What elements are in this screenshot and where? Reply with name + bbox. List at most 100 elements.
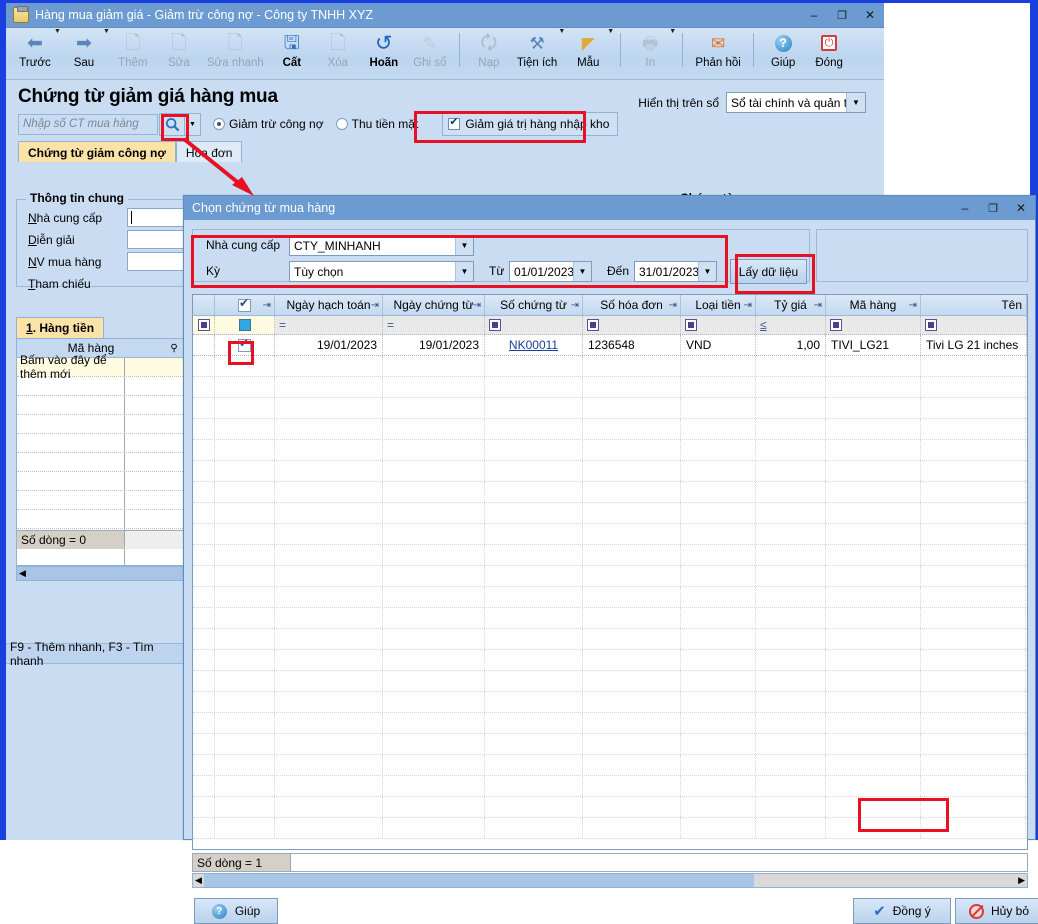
toolbar-button-in[interactable]: 🖶 In [627, 28, 673, 80]
select-nha-cung-cap[interactable]: CTY_MINHANH ▼ [289, 235, 474, 256]
checkbox-giam-gia-tri-hang-nhap-kho[interactable]: Giảm giá trị hàng nhập kho [442, 112, 618, 136]
toolbar-button-truoc[interactable]: ⬅ Trước [12, 28, 58, 80]
list-item[interactable] [17, 510, 183, 529]
list-item[interactable] [17, 472, 183, 491]
toolbar-button-nap[interactable]: 🗘 Nạp [466, 28, 512, 80]
maximize-button[interactable]: ❐ [828, 3, 856, 28]
pin-icon[interactable]: ⇥ [571, 300, 579, 311]
table-row-empty[interactable] [193, 503, 1027, 524]
filter-cell-so-chung-tu[interactable] [485, 316, 583, 334]
filter-box-icon[interactable] [685, 319, 697, 331]
column-header-ty-gia[interactable]: Tỷ giá ⇥ [756, 295, 826, 315]
row-checkbox[interactable] [238, 339, 251, 352]
toolbar-button-sua[interactable]: 🗋 Sửa [156, 28, 202, 80]
pin-icon[interactable]: ⇥ [909, 300, 917, 311]
scroll-left-arrow-icon[interactable]: ◀ [19, 568, 26, 579]
filter-cell-ty-gia[interactable]: ≤ [756, 316, 826, 334]
filter-cell-select[interactable] [215, 316, 275, 334]
chevron-down-icon[interactable]: ▼ [698, 262, 716, 281]
toolbar-button-hoan[interactable]: ↺ Hoãn [361, 28, 407, 80]
filter-box-icon[interactable] [489, 319, 501, 331]
pin-icon[interactable]: ⇥ [473, 300, 481, 311]
column-header-ma-hang[interactable]: Mã hàng ⇥ [826, 295, 921, 315]
table-row-empty[interactable] [193, 482, 1027, 503]
table-row-empty[interactable] [193, 566, 1027, 587]
table-row-empty[interactable] [193, 818, 1027, 839]
left-grid-tab-hang-tien[interactable]: 1. Hàng tiền [16, 317, 104, 338]
toolbar-button-cat[interactable]: 🖫 Cất [269, 28, 315, 80]
filter-cell-ngay-chung-tu[interactable]: = [383, 316, 485, 334]
filter-box-icon[interactable] [198, 319, 210, 331]
list-item[interactable] [17, 548, 183, 567]
select-all-checkbox[interactable] [238, 299, 251, 312]
filter-cell-rownum[interactable] [193, 316, 215, 334]
column-header-so-hoa-don[interactable]: Số hóa đơn ⇥ [583, 295, 681, 315]
modal-maximize-button[interactable]: ❐ [979, 196, 1007, 221]
table-row-empty[interactable] [193, 524, 1027, 545]
pin-icon[interactable]: ⇥ [263, 300, 271, 311]
pin-icon[interactable]: ⇥ [744, 300, 752, 311]
pin-icon[interactable]: ⇥ [814, 300, 822, 311]
pin-icon[interactable]: ⇥ [669, 300, 677, 311]
minimize-button[interactable]: – [800, 3, 828, 28]
column-header-loai-tien[interactable]: Loại tiền ⇥ [681, 295, 756, 315]
table-row-empty[interactable] [193, 440, 1027, 461]
date-to-input[interactable]: 31/01/2023 ▼ [634, 261, 717, 282]
filter-box-icon[interactable] [239, 319, 251, 331]
cell-so-chung-tu[interactable]: NK00011 [485, 335, 583, 355]
toolbar-button-mau[interactable]: ◤ Mẫu [565, 28, 611, 80]
filter-box-icon[interactable] [830, 319, 842, 331]
column-header-select-all[interactable]: ⇥ [215, 295, 275, 315]
table-row-empty[interactable] [193, 545, 1027, 566]
filter-cell-so-hoa-don[interactable] [583, 316, 681, 334]
toolbar-button-giup[interactable]: ? Giúp [760, 28, 806, 80]
input-dien-giai[interactable] [127, 230, 185, 249]
filter-cell-ten[interactable] [921, 316, 1027, 334]
list-item[interactable] [17, 415, 183, 434]
table-row-empty[interactable] [193, 713, 1027, 734]
scroll-thumb[interactable] [204, 874, 754, 887]
filter-cell-ma-hang[interactable] [826, 316, 921, 334]
get-data-button[interactable]: Lấy dữ liệu [730, 259, 807, 284]
column-header-ngay-chung-tu[interactable]: Ngày chứng từ ⇥ [383, 295, 485, 315]
tab-hoa-don[interactable]: Hóa đơn [176, 141, 243, 162]
toolbar-button-them[interactable]: 🗋 Thêm [110, 28, 156, 80]
chevron-down-icon[interactable]: ▼ [573, 262, 591, 281]
list-item[interactable] [17, 396, 183, 415]
modal-grid-hscrollbar[interactable]: ◀ ▶ [192, 873, 1028, 888]
toolbar-button-xoa[interactable]: 🗋 Xóa [315, 28, 361, 80]
table-row-empty[interactable] [193, 461, 1027, 482]
search-button[interactable] [159, 113, 185, 136]
table-row-empty[interactable] [193, 650, 1027, 671]
filter-cell-loai-tien[interactable] [681, 316, 756, 334]
table-row-empty[interactable] [193, 398, 1027, 419]
tab-chung-tu-giam-cong-no[interactable]: Chứng từ giảm công nợ [18, 141, 176, 162]
toolbar-button-tien-ich[interactable]: ⚒ Tiện ích [512, 28, 562, 80]
filter-cell-ngay-hach-toan[interactable]: = [275, 316, 383, 334]
scroll-left-arrow-icon[interactable]: ◀ [193, 875, 204, 886]
list-item[interactable] [17, 491, 183, 510]
toolbar-button-ghi-so[interactable]: ✎ Ghi sổ [407, 28, 453, 80]
pin-icon[interactable]: ⚲ [165, 343, 183, 354]
cancel-button[interactable]: Hủy bỏ [955, 898, 1038, 924]
close-button[interactable]: ✕ [856, 3, 884, 28]
list-item[interactable] [17, 453, 183, 472]
select-ky[interactable]: Tùy chọn ▼ [289, 261, 474, 282]
table-row-empty[interactable] [193, 671, 1027, 692]
left-grid-hscrollbar[interactable]: ◀ [16, 566, 184, 581]
table-row-empty[interactable] [193, 755, 1027, 776]
add-new-row-placeholder[interactable]: Bấm vào đây để thêm mới [17, 358, 125, 376]
column-header-so-chung-tu[interactable]: Số chứng từ ⇥ [485, 295, 583, 315]
scroll-right-arrow-icon[interactable]: ▶ [1016, 875, 1027, 886]
display-on-book-select[interactable]: Sổ tài chính và quản trị ▼ [726, 92, 866, 113]
filter-box-icon[interactable] [587, 319, 599, 331]
radio-thu-tien-mat[interactable]: Thu tiền mặt [336, 117, 419, 131]
pin-icon[interactable]: ⇥ [371, 300, 379, 311]
table-row-empty[interactable] [193, 377, 1027, 398]
column-header-ten[interactable]: Tên [921, 295, 1027, 315]
help-button[interactable]: ? Giúp [194, 898, 278, 924]
ok-button[interactable]: ✔ Đồng ý [853, 898, 951, 924]
table-row-empty[interactable] [193, 692, 1027, 713]
table-row-empty[interactable] [193, 797, 1027, 818]
chevron-down-icon[interactable]: ▼ [455, 262, 473, 281]
